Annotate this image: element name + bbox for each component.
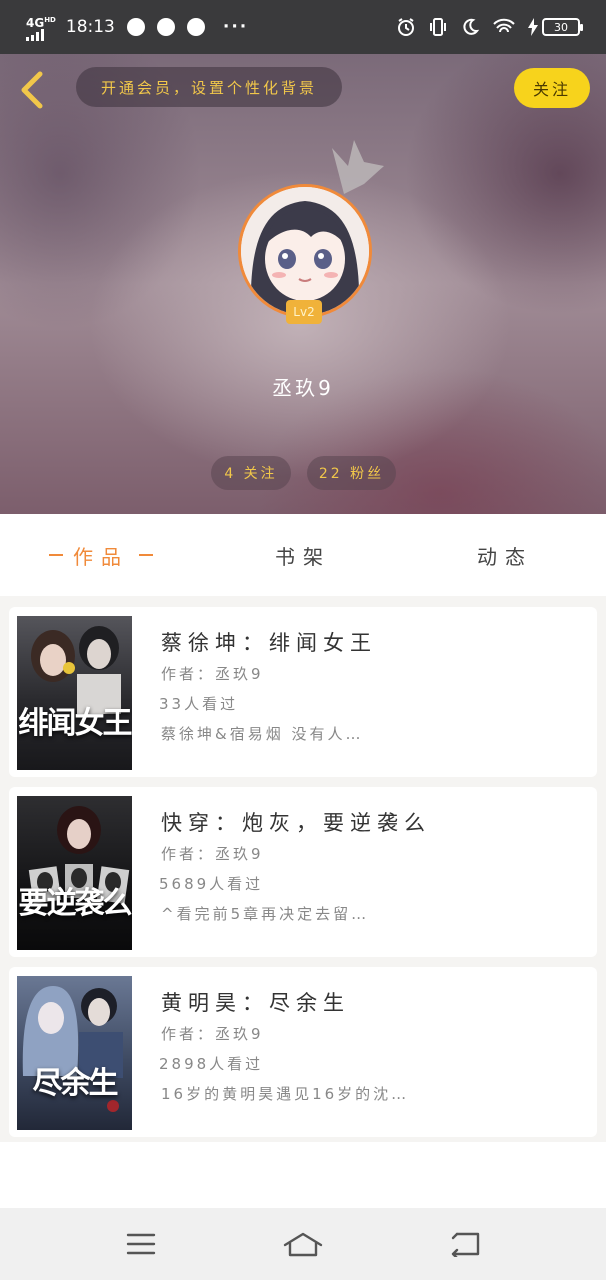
book-description: 16岁的黄明昊遇见16岁的沈… <box>161 1085 410 1103</box>
wifi-icon <box>493 18 515 33</box>
book-cover: 要逆袭么 <box>17 796 132 950</box>
tab-works-dash-left <box>49 554 63 556</box>
avatar-image <box>241 187 369 315</box>
book-list: 绯闻女王 蔡徐坤：绯闻女王 作者：丞玖9 33人看过 蔡徐坤&宿易烟 没有人… … <box>0 596 606 1142</box>
cover-title: 要逆袭么 <box>18 886 133 921</box>
back-button[interactable] <box>14 68 54 112</box>
cover-art <box>28 806 130 904</box>
menu-button[interactable] <box>111 1219 171 1269</box>
return-button[interactable] <box>435 1219 495 1269</box>
username: 丞玖9 <box>272 376 334 400</box>
battery-level: 30 <box>554 20 568 34</box>
tab-works-label: 作品 <box>73 544 129 569</box>
status-right: 30 <box>396 17 583 37</box>
tab-activity[interactable]: 动态 <box>404 514 606 596</box>
alarm-icon <box>398 18 414 36</box>
home-button[interactable] <box>273 1219 333 1269</box>
book-description: 蔡徐坤&宿易烟 没有人… <box>161 725 364 743</box>
follow-button-label: 关注 <box>532 80 571 99</box>
book-views: 2898人看过 <box>159 1055 264 1073</box>
book-title: 快穿：炮灰，要逆袭么 <box>161 811 431 835</box>
book-author: 作者：丞玖9 <box>161 845 264 863</box>
moon-icon <box>463 18 480 35</box>
cover-title: 绯闻女王 <box>18 706 133 741</box>
cover-art <box>22 986 123 1112</box>
cover-title: 尽余生 <box>32 1066 119 1101</box>
fans-count: 22 粉丝 <box>318 466 385 482</box>
wechat-icon <box>156 18 175 36</box>
system-nav-bar <box>0 1208 606 1280</box>
level-badge: Lv2 <box>286 300 322 324</box>
following-count: 4 关注 <box>224 466 278 482</box>
charging-icon <box>528 18 538 36</box>
book-author: 作者：丞玖9 <box>161 1025 264 1043</box>
status-bar: 4GHD 18:13 ··· 30 <box>0 0 606 54</box>
book-card[interactable]: 要逆袭么 快穿：炮灰，要逆袭么 作者：丞玖9 5689人看过 ^看完前5章再决定… <box>9 787 597 957</box>
book-card[interactable]: 绯闻女王 蔡徐坤：绯闻女王 作者：丞玖9 33人看过 蔡徐坤&宿易烟 没有人… <box>9 607 597 777</box>
follow-button[interactable]: 关注 <box>514 68 590 108</box>
book-cover: 尽余生 <box>17 976 132 1130</box>
avatar[interactable] <box>238 184 372 318</box>
tab-works-dash-right <box>139 554 153 556</box>
fans-count-button[interactable]: 22 粉丝 <box>307 456 396 490</box>
book-views: 5689人看过 <box>159 875 264 893</box>
home-icon <box>283 1232 323 1257</box>
status-time: 18:13 <box>65 17 115 37</box>
book-cover: 绯闻女王 <box>17 616 132 770</box>
battery-indicator: 30 <box>528 18 583 36</box>
profile-header: 开通会员，设置个性化背景 关注 Lv2 丞玖9 4 关注 22 粉丝 <box>0 54 606 514</box>
vibrate-icon <box>430 18 446 36</box>
network-indicator: 4GHD <box>26 14 56 41</box>
vip-banner-text: 开通会员，设置个性化背景 <box>100 78 317 97</box>
following-count-button[interactable]: 4 关注 <box>211 456 291 490</box>
tab-bookshelf-label: 书架 <box>275 544 331 569</box>
tab-bookshelf[interactable]: 书架 <box>202 514 404 596</box>
network-type: 4G <box>26 15 45 30</box>
tab-works[interactable]: 作品 <box>0 514 202 596</box>
network-hd: HD <box>44 15 56 24</box>
profile-tabs: 作品 书架 动态 <box>0 514 606 596</box>
network-label: 4GHD <box>26 14 56 29</box>
vip-banner[interactable]: 开通会员，设置个性化背景 <box>76 67 342 107</box>
tab-activity-label: 动态 <box>477 544 533 569</box>
more-notifications: ··· <box>222 17 249 37</box>
music-icon <box>186 18 205 36</box>
chevron-left-icon <box>21 71 43 109</box>
book-card[interactable]: 尽余生 黄明昊：尽余生 作者：丞玖9 2898人看过 16岁的黄明昊遇见16岁的… <box>9 967 597 1137</box>
level-label: Lv2 <box>293 305 315 319</box>
signal-icon <box>26 28 44 41</box>
return-icon <box>451 1232 480 1257</box>
cover-art <box>31 626 121 714</box>
book-title: 蔡徐坤：绯闻女王 <box>161 631 377 655</box>
browser-icon <box>126 18 145 36</box>
status-left: 4GHD 18:13 ··· <box>26 14 248 41</box>
battery-icon: 30 <box>542 18 583 36</box>
book-views: 33人看过 <box>159 695 239 713</box>
book-author: 作者：丞玖9 <box>161 665 264 683</box>
book-description: ^看完前5章再决定去留… <box>161 905 370 923</box>
book-title: 黄明昊：尽余生 <box>161 991 350 1015</box>
menu-icon <box>126 1233 156 1255</box>
